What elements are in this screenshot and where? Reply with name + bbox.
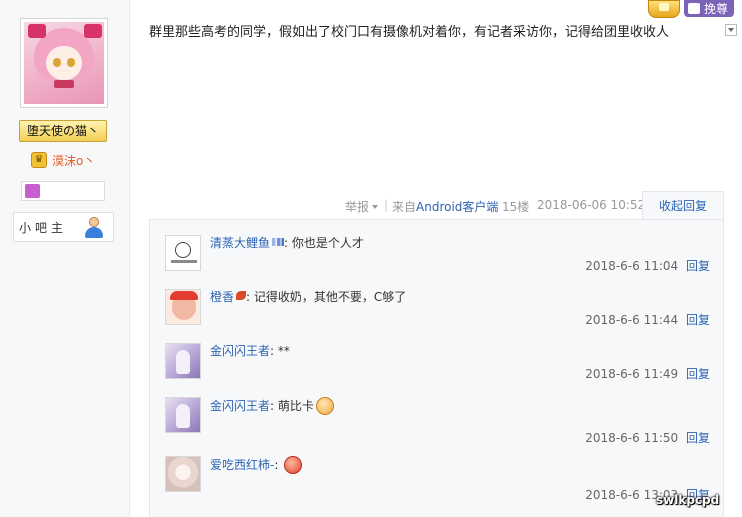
reply-text: 记得收奶，其他不要，C够了 xyxy=(253,290,407,304)
report-button[interactable]: 举报 xyxy=(345,198,379,215)
honor-button[interactable]: 挽尊 xyxy=(684,0,734,17)
reply-time: 2018-6-6 11:44 xyxy=(585,313,679,327)
post-content: 群里那些高考的同学，假如出了校门口有摄像机对着你，有记者采访你，记得给团里收收人 xyxy=(149,25,670,40)
reply-time: 2018-6-6 11:50 xyxy=(585,431,679,445)
crown-icon xyxy=(648,0,680,18)
reply-avatar[interactable] xyxy=(165,343,201,379)
reply-username[interactable]: 金闪闪王者 xyxy=(210,399,270,413)
laughing-emoji-icon xyxy=(315,397,334,415)
reply-username[interactable]: 橙香 xyxy=(210,290,234,304)
post-menu-dropdown[interactable] xyxy=(725,24,737,36)
floor-number: 15楼 xyxy=(502,200,530,214)
role-label: 小吧主 xyxy=(19,220,68,235)
reply-list: 清蒸大鲤鱼: 你也是个人才 2018-6-6 11:04 回复 橙香: 记得收奶… xyxy=(149,219,724,517)
reply-time: 2018-6-6 11:04 xyxy=(585,259,679,273)
meta-separator: | xyxy=(384,198,389,212)
reply-text: ** xyxy=(277,344,290,358)
author-name-link[interactable]: 堕天使の猫丶 xyxy=(19,120,107,142)
reply-text: 萌比卡 xyxy=(277,399,314,413)
reply-meta: 2018-6-6 11:49 回复 xyxy=(585,365,710,382)
report-label: 举报 xyxy=(345,200,370,214)
reply-button[interactable]: 回复 xyxy=(686,259,710,273)
user-icon xyxy=(84,217,104,238)
reply-content-line: 金闪闪王者: 萌比卡 xyxy=(210,397,334,415)
reply-avatar[interactable] xyxy=(165,397,201,433)
reply-content-line: 金闪闪王者: ** xyxy=(210,344,290,358)
reply-meta: 2018-6-6 11:50 回复 xyxy=(585,429,710,446)
reply-button[interactable]: 回复 xyxy=(686,431,710,445)
anime-avatar-image xyxy=(24,22,104,104)
reply-avatar[interactable] xyxy=(165,289,201,325)
chevron-down-icon xyxy=(372,205,379,209)
vip-crown-icon: ♛ xyxy=(31,152,47,168)
vip-row[interactable]: ♛ 漠沫o丶 xyxy=(31,150,95,170)
reply-avatar[interactable] xyxy=(165,235,201,271)
reply-content-line: 清蒸大鲤鱼: 你也是个人才 xyxy=(210,236,364,250)
maple-leaf-icon xyxy=(236,291,247,300)
post-time: 2018-06-06 10:52 xyxy=(537,198,646,212)
reply-meta: 2018-6-6 11:04 回复 xyxy=(585,257,710,274)
client-link[interactable]: Android客户端 xyxy=(416,200,498,214)
level-icon xyxy=(272,238,285,246)
reply-username[interactable]: 金闪闪王者 xyxy=(210,344,270,358)
reply-username[interactable]: 爱吃西红柿- xyxy=(210,458,274,472)
honor-label: 挽尊 xyxy=(704,1,729,16)
reply-content-line: 橙香: 记得收奶，其他不要，C够了 xyxy=(210,290,407,304)
from-prefix: 来自 xyxy=(392,200,417,214)
reply-username[interactable]: 清蒸大鲤鱼 xyxy=(210,236,270,250)
reply-time: 2018-6-6 11:49 xyxy=(585,367,679,381)
role-box: 小吧主 xyxy=(13,212,114,242)
reply-button[interactable]: 回复 xyxy=(686,313,710,327)
member-badge-icon xyxy=(25,184,40,198)
vip-label[interactable]: 漠沫o丶 xyxy=(52,152,95,169)
client-source: 来自Android客户端 xyxy=(392,198,498,215)
reply-avatar[interactable] xyxy=(165,456,201,492)
watermark-text: swlkpcpd xyxy=(656,493,720,507)
fold-replies-button[interactable]: 收起回复 xyxy=(642,191,724,220)
reply-meta: 2018-6-6 11:44 回复 xyxy=(585,311,710,328)
hand-icon xyxy=(688,3,700,14)
member-badge-box[interactable] xyxy=(21,181,105,201)
angry-emoji-icon xyxy=(284,456,303,474)
reply-button[interactable]: 回复 xyxy=(686,367,710,381)
reply-text: 你也是个人才 xyxy=(291,236,364,250)
author-avatar[interactable] xyxy=(20,18,108,108)
author-sidebar: 堕天使の猫丶 ♛ 漠沫o丶 小吧主 xyxy=(0,0,130,517)
reply-content-line: 爱吃西红柿-: xyxy=(210,456,303,474)
